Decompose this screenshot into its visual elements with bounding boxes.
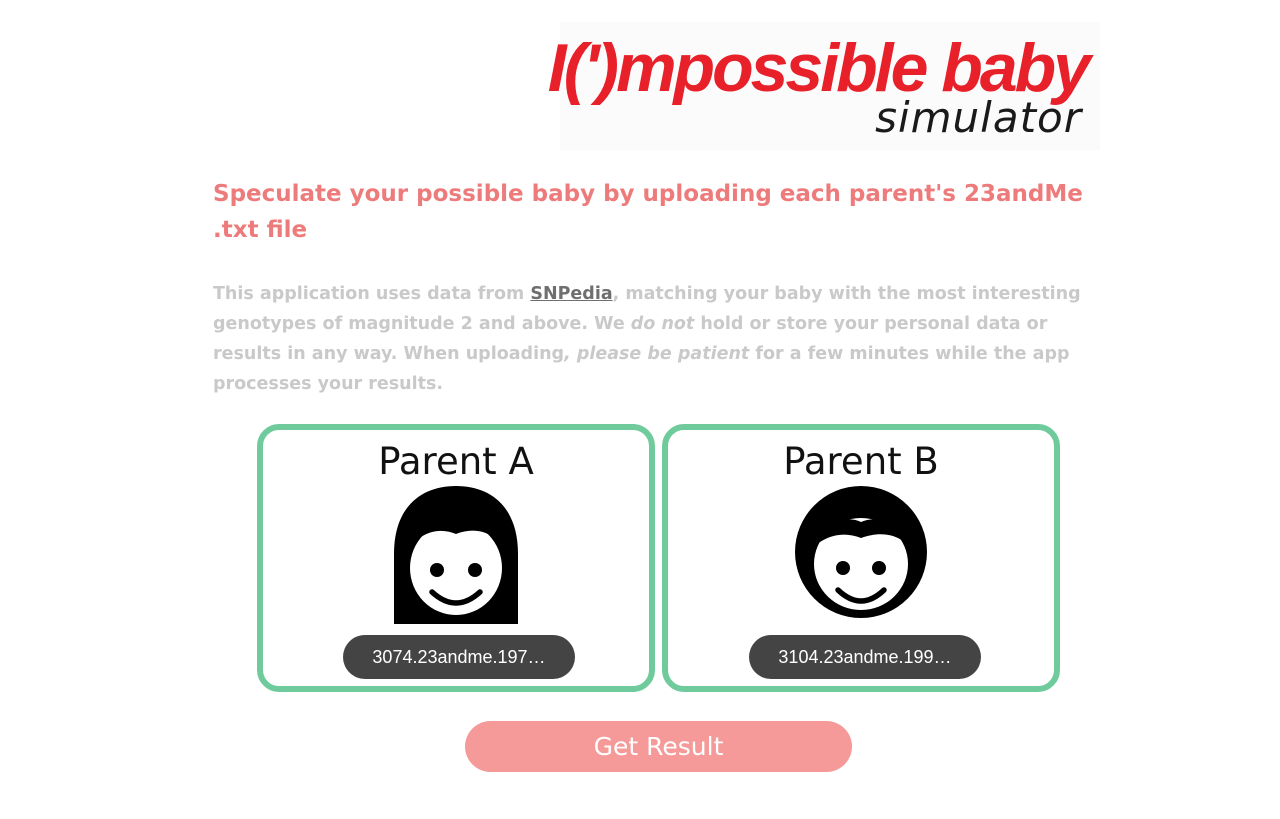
parent-a-file-name: 3074.23andme.197… — [343, 635, 575, 679]
woman-long-hair-icon — [394, 486, 518, 624]
get-result-button[interactable]: Get Result — [465, 721, 852, 772]
parent-a-title: Parent A — [378, 440, 534, 483]
parent-b-title: Parent B — [783, 440, 939, 483]
intro-paragraph: This application uses data from SNPedia,… — [213, 279, 1083, 399]
intro-comma: , — [564, 344, 571, 364]
page: I(')mpossible baby simulator Speculate y… — [0, 0, 1280, 819]
parent-b-file-name: 3104.23andme.199… — [749, 635, 981, 679]
parent-b-upload-card[interactable]: Parent B 3104.23andme.199… — [662, 424, 1060, 692]
app-logo: I(')mpossible baby simulator — [548, 22, 1100, 150]
intro-text-1: This application uses data from — [213, 284, 531, 304]
snpedia-link[interactable]: SNPedia — [530, 284, 612, 304]
intro-emphasis-do-not: do not — [630, 314, 695, 334]
logo-sub-text: simulator — [875, 93, 1082, 142]
parent-a-upload-card[interactable]: Parent A 3074.23andme.197… — [257, 424, 655, 692]
intro-emphasis-patient: please be patient — [576, 344, 750, 364]
woman-short-hair-icon — [795, 486, 927, 618]
page-headline: Speculate your possible baby by uploadin… — [213, 181, 1083, 243]
